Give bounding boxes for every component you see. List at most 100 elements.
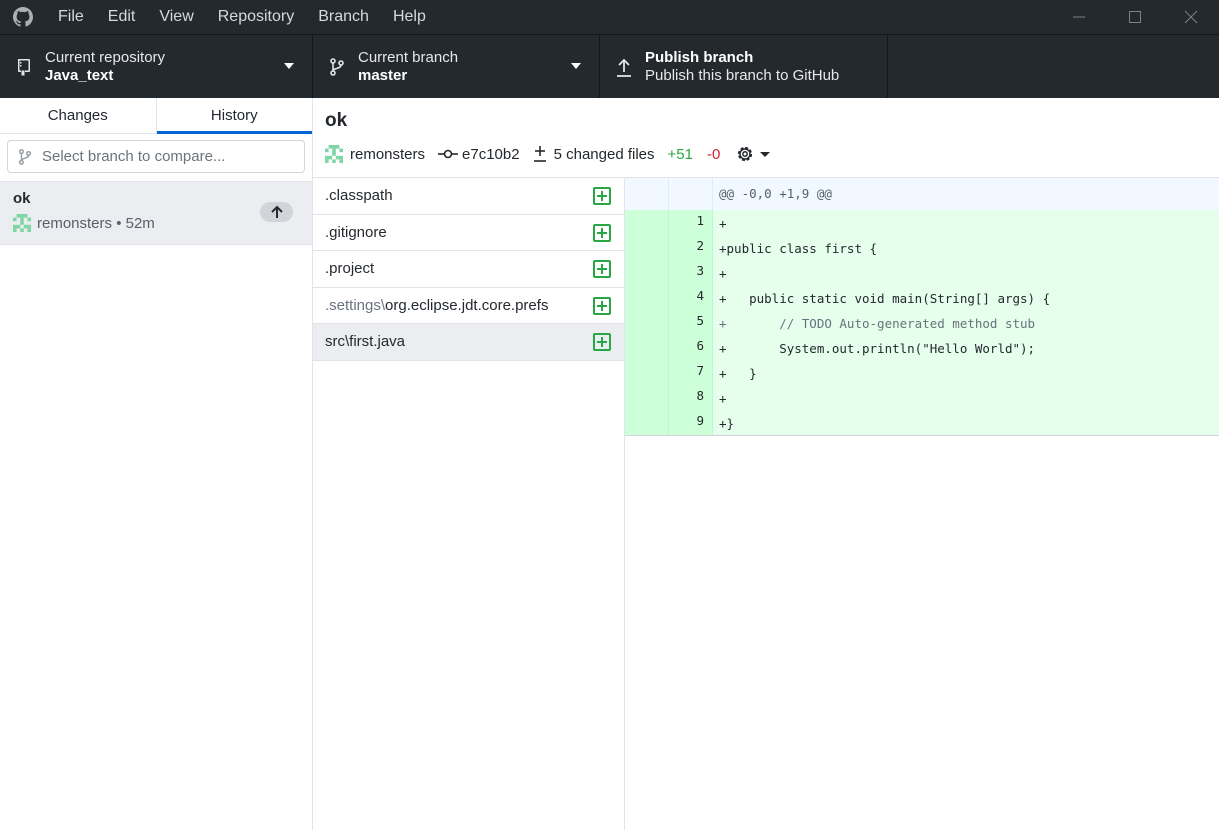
arrow-up-icon [614,57,634,77]
chevron-down-icon [284,63,294,69]
arrow-up-icon [270,205,283,218]
file-added-icon [593,333,611,351]
menu-view[interactable]: View [147,0,205,34]
compare-branch-field[interactable] [7,140,305,173]
close-button[interactable] [1163,0,1219,34]
repo-icon [14,58,34,76]
diff-line: 8 + [625,385,1219,410]
diff-icon [533,145,547,163]
commit-list-item[interactable]: ok remonsters • 52m [0,182,312,245]
commit-details-pane: ok remonsters e7c10b2 5 changed files +5… [313,98,1219,830]
line-number: 7 [669,360,713,385]
maximize-icon [1129,11,1141,23]
tab-bar: Changes History [0,98,312,134]
line-number: 6 [669,335,713,360]
file-added-icon [593,260,611,278]
commit-item-title: ok [13,190,31,207]
git-commit-icon [438,148,459,160]
close-icon [1184,10,1198,24]
changed-files-count: 5 changed files [553,145,655,163]
menu-repository[interactable]: Repository [206,0,306,34]
line-code: + public static void main(String[] args)… [719,291,1051,306]
diff-line: 5 + // TODO Auto-generated method stub [625,310,1219,335]
tab-history[interactable]: History [156,98,313,134]
line-code: + [719,391,727,406]
line-number: 9 [669,410,713,435]
sidebar: Changes History ok remonsters • 52m [0,98,313,830]
diff-line: 2 +public class first { [625,235,1219,260]
file-added-icon [593,223,611,242]
publish-branch-button[interactable]: Publish branch Publish this branch to Gi… [600,35,888,98]
diff-line: 9 +} [625,410,1219,435]
line-code: + System.out.println("Hello World"); [719,341,1036,356]
changed-files-list: .classpath .gitignore .project .settings… [313,178,625,830]
file-name: .project [325,260,375,278]
avatar [325,145,343,163]
line-code: + [719,216,727,231]
menu-help[interactable]: Help [381,0,438,34]
publish-title: Publish branch [645,48,754,66]
commit-item-author: remonsters [37,214,113,232]
minimize-icon [1073,16,1085,18]
file-list-item[interactable]: .project [313,251,624,288]
repo-name: Java_text [45,66,114,84]
diff-line: 3 + [625,260,1219,285]
toolbar: Current repository Java_text Current bra… [0,34,1219,98]
deletions-count: -0 [706,145,721,163]
maximize-button[interactable] [1107,0,1163,34]
line-code: +public class first { [719,241,878,256]
file-added-icon [593,296,611,315]
file-name: org.eclipse.jdt.core.prefs [385,296,549,314]
window-controls [1051,0,1219,34]
commit-author: remonsters [350,145,426,163]
commit-item-time: 52m [125,214,155,232]
file-name: src\first.java [325,333,406,351]
diff-line: 1 + [625,210,1219,235]
unpushed-badge [260,202,293,222]
file-list-item[interactable]: .settings\ org.eclipse.jdt.core.prefs [313,288,624,324]
file-added-icon [593,187,611,205]
diff-options-button[interactable] [735,144,771,164]
line-code: + } [719,366,757,381]
title-bar: File Edit View Repository Branch Help [0,0,1219,34]
avatar [13,214,31,232]
commit-summary-header: ok remonsters e7c10b2 5 changed files +5… [313,98,1219,178]
gear-icon [738,146,753,162]
line-number: 1 [669,210,713,235]
menu-file[interactable]: File [46,0,96,34]
current-branch-button[interactable]: Current branch master [313,35,600,98]
tab-changes[interactable]: Changes [0,98,157,133]
meta-separator: • [112,214,126,232]
minimize-button[interactable] [1051,0,1107,34]
diff-line: 4 + public static void main(String[] arg… [625,285,1219,310]
file-name: .gitignore [325,223,387,241]
file-list-item[interactable]: .classpath [313,178,624,215]
diff-line: 6 + System.out.println("Hello World"); [625,335,1219,360]
branch-label: Current branch [358,48,459,66]
file-list-item[interactable]: .gitignore [313,215,624,251]
current-repository-button[interactable]: Current repository Java_text [0,35,313,98]
git-branch-icon [18,148,34,165]
diff-line: 7 + } [625,360,1219,385]
commit-sha[interactable]: e7c10b2 [462,146,520,163]
repo-label: Current repository [45,48,166,66]
diff-viewer[interactable]: @@ -0,0 +1,9 @@ 1 + 2 +public class firs… [625,178,1219,830]
line-number: 8 [669,385,713,410]
compare-branch-area [0,134,312,182]
branch-name: master [358,66,408,84]
additions-count: +51 [667,145,693,163]
file-list-item-selected[interactable]: src\first.java [313,324,624,361]
line-code: + [719,266,727,281]
chevron-down-icon [760,151,771,157]
git-branch-icon [327,57,347,76]
hunk-header-text: @@ -0,0 +1,9 @@ [719,186,832,201]
compare-branch-input[interactable] [42,148,282,165]
line-number: 4 [669,285,713,310]
menu-branch[interactable]: Branch [306,0,381,34]
line-number: 3 [669,260,713,285]
menu-edit[interactable]: Edit [96,0,148,34]
line-code: +} [719,416,735,431]
line-number: 5 [669,310,713,335]
commit-title: ok [325,110,348,131]
chevron-down-icon [571,63,581,69]
